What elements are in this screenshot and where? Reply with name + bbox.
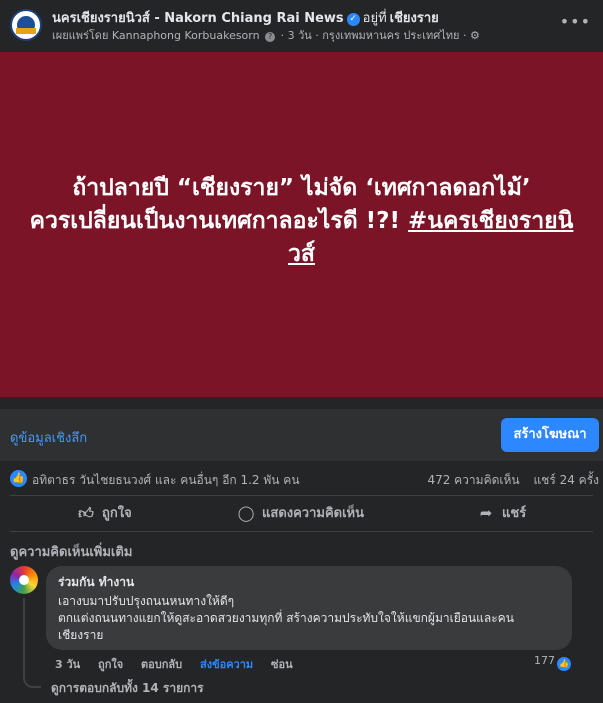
location-prefix: อยู่ที่ [362,11,387,26]
comment-button[interactable]: ◯ แสดงความคิดเห็น [236,497,364,529]
like-label: ถูกใจ [102,506,132,521]
divider [10,495,593,496]
insights-row: ดูข้อมูลเชิงลึก สร้างโฆษณา [0,409,603,461]
shares-count[interactable]: แชร์ 24 ครั้ง [533,473,599,487]
gear-icon: ⚙ [469,29,480,42]
post-header: นครเชียงรายนิวส์ - Nakorn Chiang Rai New… [0,0,603,48]
view-insights-link[interactable]: ดูข้อมูลเชิงลึก [10,427,87,448]
more-options-icon[interactable]: ••• [560,12,591,31]
comment-send-message-button[interactable]: ส่งข้อความ [200,658,253,671]
headline-line-2: ควรเปลี่ยนเป็นงานเทศกาลอะไรดี !?! [29,208,400,234]
comment-bubble: ร่วมกัน ทำงาน เอางบมาปรับปรุงถนนหนทางให้… [46,566,572,650]
like-reaction-icon[interactable]: 👍 [10,470,27,487]
post-stats: 👍 อทิตาธร วันไชยธนวงศ์ และ คนอื่นๆ อีก 1… [0,464,603,494]
comment-author[interactable]: ร่วมกัน ทำงาน [58,573,560,592]
image-headline: ถ้าปลายปี “เชียงราย” ไม่จัด ‘เทศกาลดอกไม… [20,172,583,271]
post-actions: 👍︎ ถูกใจ ◯ แสดงความคิดเห็น ➦ แชร์ [0,497,603,529]
page-title-line: นครเชียงรายนิวส์ - Nakorn Chiang Rai New… [52,7,439,28]
create-ad-button[interactable]: สร้างโฆษณา [501,418,599,452]
comment-reply-button[interactable]: ตอบกลับ [141,658,182,671]
thumbs-up-icon: 👍︎ [78,504,94,522]
comment-like-button[interactable]: ถูกใจ [98,658,123,671]
reply-thread-line [23,598,41,688]
comment-text-line: เชียงราย [58,628,104,642]
post-image[interactable]: ถ้าปลายปี “เชียงราย” ไม่จัด ‘เทศกาลดอกไม… [0,52,603,397]
stats-counts: 472 ความคิดเห็น แชร์ 24 ครั้ง [427,471,599,490]
divider [10,531,593,532]
comment-hide-button[interactable]: ซ่อน [271,658,293,671]
post-meta: เผยแพร่โดย Kannaphong Korbuakesorn ? · 3… [52,26,480,44]
headline-line-1: ถ้าปลายปี “เชียงราย” ไม่จัด ‘เทศกาลดอกไม… [72,175,531,201]
like-reaction-icon: 👍 [557,657,571,671]
view-replies-link[interactable]: ดูการตอบกลับทั้ง 14 รายการ [51,679,204,698]
comment-label: แสดงความคิดเห็น [262,506,365,521]
post-time-place[interactable]: · 3 วัน · กรุงเทพมหานคร ประเทศไทย · [281,29,467,42]
facebook-post: นครเชียงรายนิวส์ - Nakorn Chiang Rai New… [0,0,603,703]
share-label: แชร์ [502,506,527,521]
share-arrow-icon: ➦ [479,504,493,522]
view-more-comments-link[interactable]: ดูความคิดเห็นเพิ่มเติม [10,541,132,562]
page-avatar[interactable] [10,9,42,41]
comment-time[interactable]: 3 วัน [55,658,80,671]
help-icon[interactable]: ? [265,32,276,42]
share-button[interactable]: ➦ แชร์ [476,497,526,529]
published-by: เผยแพร่โดย Kannaphong Korbuakesorn [52,29,260,42]
commenter-avatar[interactable] [10,566,38,594]
verified-icon: ✓ [346,13,360,26]
comment-bubble-icon: ◯ [237,504,255,522]
comments-count[interactable]: 472 ความคิดเห็น [427,473,519,487]
comment-actions: 3 วัน ถูกใจ ตอบกลับ ส่งข้อความ ซ่อน [55,655,307,673]
page-name-link[interactable]: นครเชียงรายนิวส์ - Nakorn Chiang Rai New… [52,11,344,26]
comment-like-count[interactable]: 177 👍 [534,654,571,671]
location-link[interactable]: เชียงราย [390,11,439,26]
reactions-summary[interactable]: อทิตาธร วันไชยธนวงศ์ และ คนอื่นๆ อีก 1.2… [32,471,300,490]
comment-text-line: ตกแต่งถนนทางแยกให้ดูสะอาดสวยงามทุกที่ สร… [58,611,514,625]
comment-text-line: เอางบมาปรับปรุงถนนหนทางให้ดีๆ [58,594,235,608]
like-button[interactable]: 👍︎ ถูกใจ [76,497,132,529]
